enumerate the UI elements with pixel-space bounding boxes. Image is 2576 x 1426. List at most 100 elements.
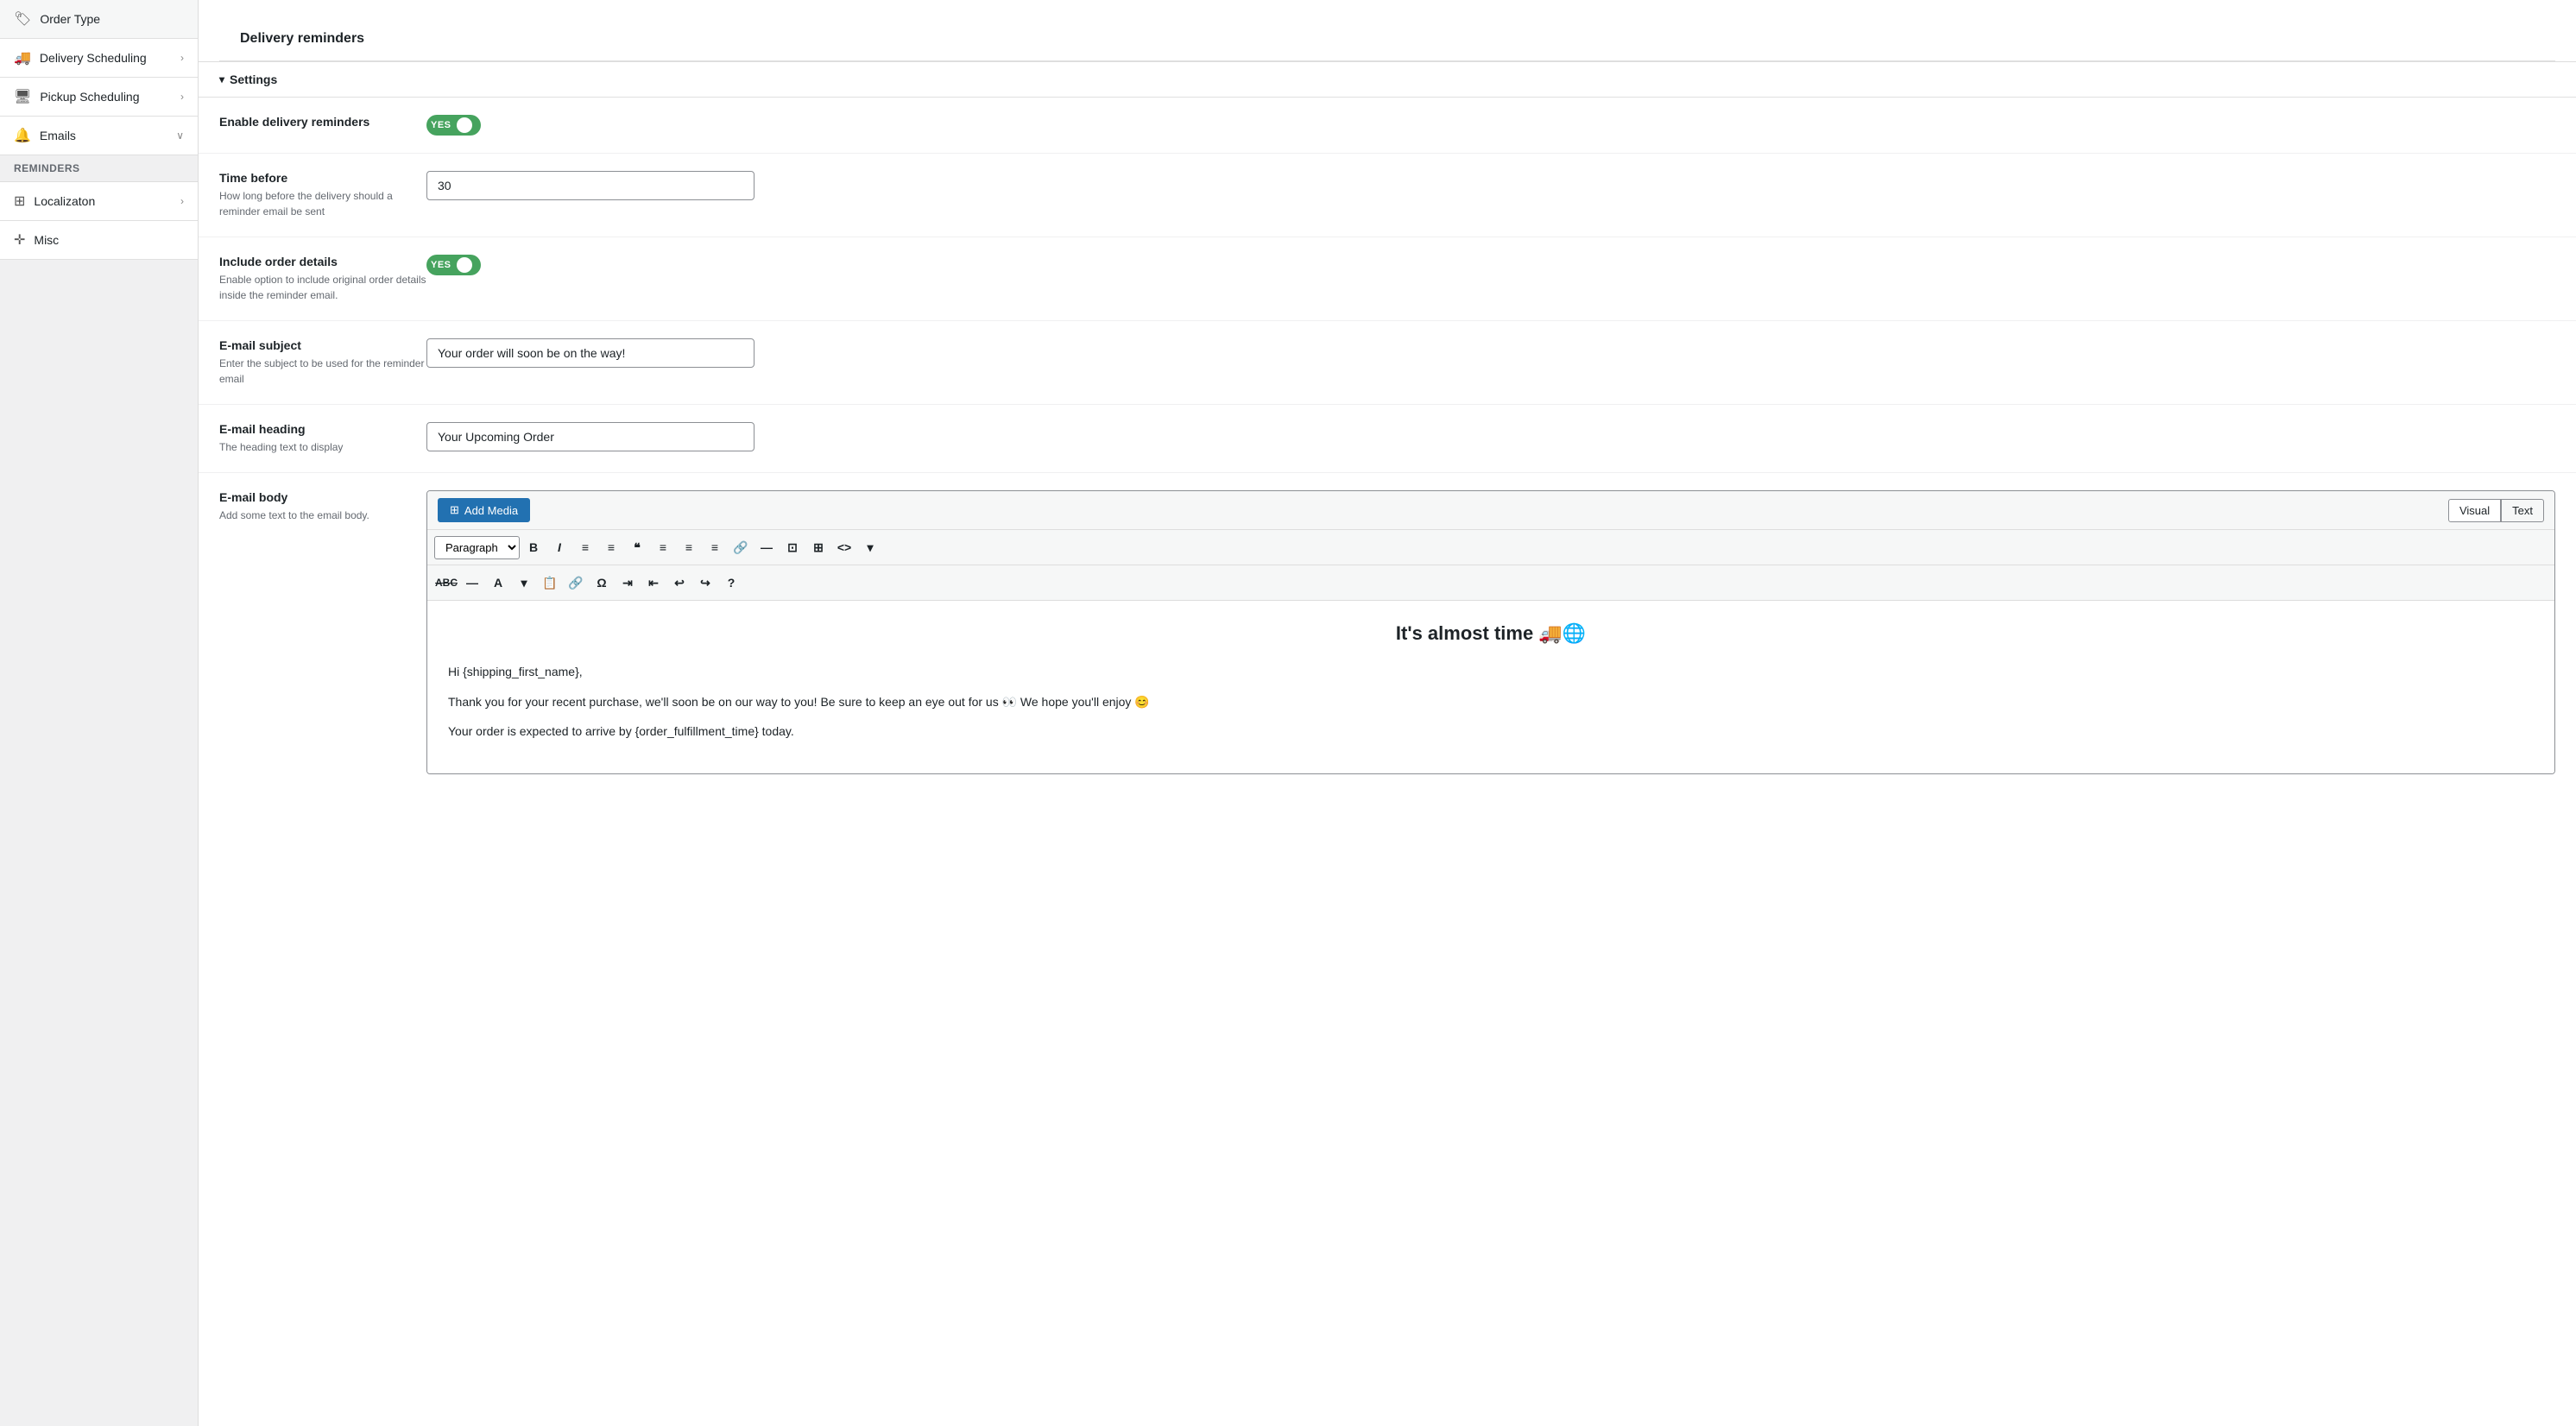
email-body-label-col: E-mail body Add some text to the email b… [219, 490, 426, 523]
font-color-button[interactable]: A [486, 571, 510, 595]
unordered-list-button[interactable]: ≡ [573, 535, 597, 559]
insert-more-button[interactable]: — [754, 535, 779, 559]
indent-button[interactable]: ⇥ [616, 571, 640, 595]
paste-text-button[interactable]: 📋 [538, 571, 562, 595]
add-media-label: Add Media [464, 504, 518, 517]
settings-section-label: Settings [230, 73, 277, 86]
sidebar-item-misc[interactable]: ✛ Misc [0, 221, 198, 260]
expand-button[interactable]: ▾ [858, 535, 882, 559]
editor-content[interactable]: It's almost time 🚚🌐 Hi {shipping_first_n… [427, 601, 2554, 773]
sidebar-item-label: Delivery Scheduling [40, 51, 147, 65]
sidebar-item-delivery-scheduling[interactable]: 🚚 Delivery Scheduling › [0, 39, 198, 78]
settings-section-header[interactable]: ▾ Settings [199, 62, 2576, 98]
redo-button[interactable]: ↪ [693, 571, 717, 595]
order-type-icon: 🏷 [14, 10, 31, 28]
enable-reminders-toggle[interactable]: YES [426, 115, 481, 136]
misc-icon: ✛ [14, 231, 25, 249]
enable-reminders-label: Enable delivery reminders [219, 115, 426, 129]
editor-para-3: Your order is expected to arrive by {ord… [448, 722, 2534, 741]
undo-button[interactable]: ↩ [667, 571, 691, 595]
page-header: Delivery reminders [199, 0, 2576, 62]
email-heading-label-col: E-mail heading The heading text to displ… [219, 422, 426, 455]
sidebar-item-label: Emails [40, 129, 76, 142]
email-subject-row: E-mail subject Enter the subject to be u… [199, 321, 2576, 405]
toggle-knob [457, 257, 472, 273]
help-button[interactable]: ? [719, 571, 743, 595]
enable-reminders-control: YES [426, 115, 2555, 136]
sidebar-item-label: Misc [34, 233, 59, 247]
editor-topbar: ⊞ Add Media Visual Text [427, 491, 2554, 530]
code-button[interactable]: <> [832, 535, 856, 559]
email-heading-label: E-mail heading [219, 422, 426, 436]
content-area: ▾ Settings Enable delivery reminders YES… [199, 62, 2576, 792]
strikethrough-button[interactable]: ABC [434, 571, 458, 595]
sidebar: 🏷 Order Type 🚚 Delivery Scheduling › 🖥 P… [0, 0, 199, 1426]
outdent-button[interactable]: ⇤ [641, 571, 666, 595]
include-order-details-desc: Enable option to include original order … [219, 272, 426, 303]
clear-format-button[interactable]: 🔗 [564, 571, 588, 595]
editor-para-2: Thank you for your recent purchase, we'l… [448, 692, 2534, 711]
email-subject-input[interactable] [426, 338, 754, 368]
enable-reminders-row: Enable delivery reminders YES [199, 98, 2576, 154]
email-body-label: E-mail body [219, 490, 426, 504]
chevron-right-icon: › [180, 91, 184, 103]
special-char-button[interactable]: Ω [590, 571, 614, 595]
chevron-down-icon: ∨ [176, 129, 184, 142]
align-center-button[interactable]: ≡ [677, 535, 701, 559]
email-body-row: E-mail body Add some text to the email b… [199, 473, 2576, 792]
ordered-list-button[interactable]: ≡ [599, 535, 623, 559]
email-subject-control [426, 338, 2555, 368]
email-heading-control [426, 422, 2555, 451]
align-left-button[interactable]: ≡ [651, 535, 675, 559]
chevron-right-icon: › [180, 195, 184, 207]
fullscreen-button[interactable]: ⊡ [780, 535, 805, 559]
editor-wrapper: ⊞ Add Media Visual Text Paragraph Headin… [426, 490, 2555, 774]
bold-button[interactable]: B [521, 535, 546, 559]
tab-text[interactable]: Text [2501, 499, 2544, 522]
time-before-label-col: Time before How long before the delivery… [219, 171, 426, 219]
sidebar-item-localization[interactable]: ⊞ Localizaton › [0, 182, 198, 221]
paragraph-select[interactable]: Paragraph Heading 1 Heading 2 [434, 536, 520, 559]
font-color-dropdown-button[interactable]: ▾ [512, 571, 536, 595]
italic-button[interactable]: I [547, 535, 571, 559]
delivery-icon: 🚚 [14, 49, 31, 66]
sidebar-item-emails[interactable]: 🔔 Emails ∨ [0, 117, 198, 155]
sidebar-item-label: Pickup Scheduling [40, 90, 139, 104]
sidebar-item-label: Order Type [40, 12, 100, 26]
time-before-control [426, 171, 2555, 200]
bell-icon: 🔔 [14, 127, 31, 144]
time-before-row: Time before How long before the delivery… [199, 154, 2576, 237]
toggle-yes-label: YES [431, 120, 451, 130]
email-subject-desc: Enter the subject to be used for the rem… [219, 356, 426, 387]
main-content: Delivery reminders ▾ Settings Enable del… [199, 0, 2576, 1426]
email-subject-label-col: E-mail subject Enter the subject to be u… [219, 338, 426, 387]
email-body-control: ⊞ Add Media Visual Text Paragraph Headin… [426, 490, 2555, 774]
blockquote-button[interactable]: ❝ [625, 535, 649, 559]
section-chevron-icon: ▾ [219, 73, 224, 85]
link-button[interactable]: 🔗 [729, 535, 753, 559]
table-button[interactable]: ⊞ [806, 535, 830, 559]
include-order-details-toggle[interactable]: YES [426, 255, 481, 275]
add-media-button[interactable]: ⊞ Add Media [438, 498, 530, 522]
time-before-input[interactable] [426, 171, 754, 200]
tab-visual[interactable]: Visual [2448, 499, 2501, 522]
chevron-right-icon: › [180, 52, 184, 64]
sidebar-item-order-type[interactable]: 🏷 Order Type [0, 0, 198, 39]
email-heading-row: E-mail heading The heading text to displ… [199, 405, 2576, 473]
time-before-desc: How long before the delivery should a re… [219, 188, 426, 219]
align-right-button[interactable]: ≡ [703, 535, 727, 559]
editor-para-1: Hi {shipping_first_name}, [448, 662, 2534, 681]
toggle-yes-label: YES [431, 260, 451, 270]
email-heading-input[interactable] [426, 422, 754, 451]
sidebar-item-pickup-scheduling[interactable]: 🖥 Pickup Scheduling › [0, 78, 198, 117]
pickup-icon: 🖥 [14, 88, 31, 105]
email-subject-label: E-mail subject [219, 338, 426, 352]
localization-icon: ⊞ [14, 192, 25, 210]
include-order-details-label-col: Include order details Enable option to i… [219, 255, 426, 303]
include-order-details-label: Include order details [219, 255, 426, 268]
editor-heading: It's almost time 🚚🌐 [448, 618, 2534, 648]
hr-button[interactable]: — [460, 571, 484, 595]
media-icon: ⊞ [450, 503, 459, 517]
reminders-section-label: Reminders [0, 155, 198, 181]
toolbar-row-2: ABC — A ▾ 📋 🔗 Ω ⇥ ⇤ ↩ ↪ ? [427, 565, 2554, 601]
